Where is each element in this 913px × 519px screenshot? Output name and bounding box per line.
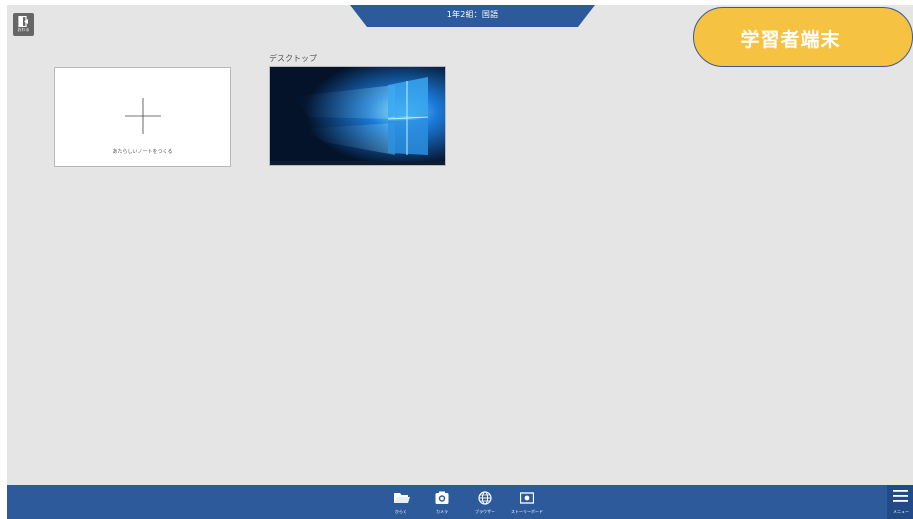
storyboard-icon [520,492,534,504]
menu-button[interactable]: メニュー [887,485,913,519]
camera-button[interactable]: カメラ [432,485,452,519]
open-folder-icon [394,493,410,503]
windows-wallpaper-image [270,67,445,165]
hamburger-menu-icon [893,490,908,502]
bottom-toolbar: ひらく カメラ ブラウザー ストーリーボード メニュー [7,485,913,519]
exit-label: おわる [17,27,30,32]
learner-device-badge: 学習者端末 [693,7,913,67]
plus-icon [125,98,161,134]
class-title-tab: 1年2組：国語 [350,5,595,27]
class-title: 1年2組：国語 [446,10,499,19]
browser-label: ブラウザー [475,509,495,514]
app-window: 1年2組：国語 おわる 学習者端末 あたらしいノートをつくる デスクトップ ひら… [7,5,913,519]
badge-label: 学習者端末 [740,29,841,51]
camera-icon [435,491,449,504]
storyboard-button[interactable]: ストーリーボード [510,485,544,519]
menu-label: メニュー [893,509,909,514]
new-note-label: あたらしいノートをつくる [112,149,173,155]
browser-button[interactable]: ブラウザー [473,485,497,519]
storyboard-label: ストーリーボード [511,509,543,514]
desktop-label: デスクトップ [269,54,317,63]
camera-label: カメラ [436,509,448,514]
open-button[interactable]: ひらく [391,485,411,519]
globe-icon [478,491,492,505]
new-note-card[interactable]: あたらしいノートをつくる [54,67,231,167]
exit-door-icon [18,16,28,27]
desktop-thumbnail[interactable] [269,66,446,166]
open-label: ひらく [395,509,407,514]
exit-button[interactable]: おわる [13,13,34,36]
